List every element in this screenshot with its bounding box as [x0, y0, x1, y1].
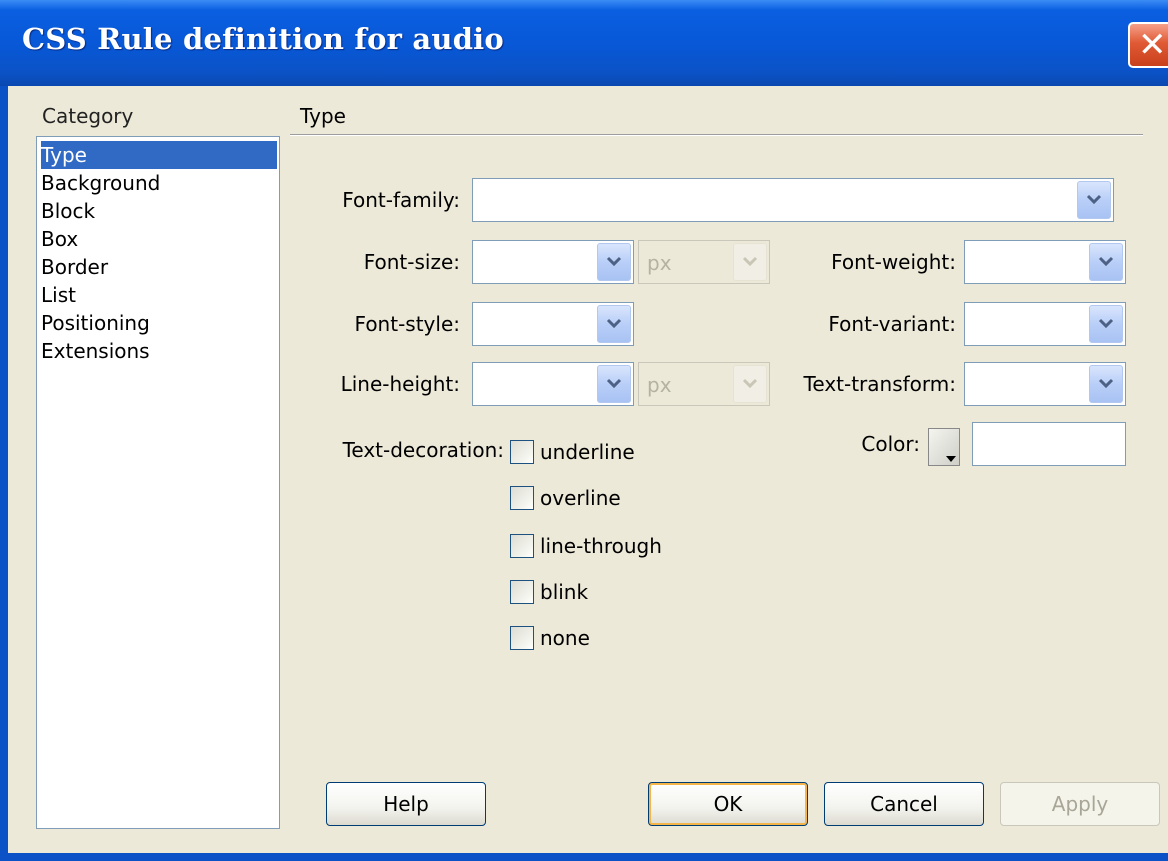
chevron-down-icon: [1098, 256, 1114, 267]
font-variant-label: Font-variant:: [828, 312, 956, 336]
font-variant-select[interactable]: [964, 302, 1126, 346]
category-item-box[interactable]: Box: [41, 225, 78, 253]
line-through-checkbox[interactable]: [510, 534, 534, 558]
font-size-dropdown-button[interactable]: [597, 243, 631, 281]
overline-checkbox[interactable]: [510, 486, 534, 510]
none-label: none: [540, 626, 590, 650]
line-height-unit-dropdown-button[interactable]: [733, 365, 767, 403]
text-decoration-label: Text-decoration:: [342, 438, 504, 462]
title-bar[interactable]: CSS Rule definition for audio ✕: [0, 0, 1168, 86]
category-item-type[interactable]: Type: [41, 141, 277, 169]
category-label: Category: [42, 104, 134, 128]
font-size-unit-dropdown-button[interactable]: [733, 243, 767, 281]
overline-label: overline: [540, 486, 621, 510]
cancel-button[interactable]: Cancel: [824, 782, 984, 826]
font-family-select[interactable]: [472, 178, 1114, 222]
color-picker-button[interactable]: [928, 428, 960, 466]
close-icon: ✕: [1138, 25, 1167, 65]
line-height-unit-value: px: [647, 373, 672, 397]
close-button[interactable]: ✕: [1128, 22, 1168, 68]
color-input[interactable]: [972, 422, 1126, 466]
underline-label: underline: [540, 440, 635, 464]
chevron-down-icon: [1098, 318, 1114, 329]
line-through-label: line-through: [540, 534, 662, 558]
category-item-background[interactable]: Background: [41, 169, 160, 197]
category-item-block[interactable]: Block: [41, 197, 95, 225]
line-height-select[interactable]: [472, 362, 634, 406]
category-item-border[interactable]: Border: [41, 253, 108, 281]
category-item-extensions[interactable]: Extensions: [41, 337, 150, 365]
chevron-down-icon: [1086, 194, 1102, 205]
blink-checkbox[interactable]: [510, 580, 534, 604]
chevron-down-icon: [606, 318, 622, 329]
chevron-down-icon: [742, 378, 758, 389]
line-height-label: Line-height:: [340, 372, 460, 396]
underline-checkbox[interactable]: [510, 440, 534, 464]
heading-divider: [290, 134, 1143, 136]
category-item-list[interactable]: List: [41, 281, 76, 309]
font-size-unit-value: px: [647, 251, 672, 275]
text-transform-label: Text-transform:: [803, 372, 956, 396]
chevron-down-icon: [1098, 378, 1114, 389]
ok-button[interactable]: OK: [648, 782, 808, 826]
panel-heading: Type: [300, 104, 346, 128]
window-title: CSS Rule definition for audio: [22, 22, 504, 56]
chevron-down-icon: [606, 256, 622, 267]
font-size-unit-select[interactable]: px: [638, 240, 770, 284]
font-family-label: Font-family:: [342, 188, 460, 212]
none-checkbox[interactable]: [510, 626, 534, 650]
font-weight-dropdown-button[interactable]: [1089, 243, 1123, 281]
color-label: Color:: [861, 432, 920, 456]
chevron-down-icon: [946, 456, 956, 462]
font-style-label: Font-style:: [354, 312, 460, 336]
chevron-down-icon: [742, 256, 758, 267]
text-transform-dropdown-button[interactable]: [1089, 365, 1123, 403]
font-weight-label: Font-weight:: [831, 250, 956, 274]
font-family-dropdown-button[interactable]: [1077, 181, 1111, 219]
category-item-positioning[interactable]: Positioning: [41, 309, 150, 337]
line-height-dropdown-button[interactable]: [597, 365, 631, 403]
font-size-select[interactable]: [472, 240, 634, 284]
chevron-down-icon: [606, 378, 622, 389]
help-button[interactable]: Help: [326, 782, 486, 826]
window-border-bottom: [0, 853, 1168, 861]
font-weight-select[interactable]: [964, 240, 1126, 284]
text-transform-select[interactable]: [964, 362, 1126, 406]
window-border-left: [0, 86, 8, 861]
apply-button[interactable]: Apply: [1000, 782, 1160, 826]
font-variant-dropdown-button[interactable]: [1089, 305, 1123, 343]
font-style-select[interactable]: [472, 302, 634, 346]
font-size-label: Font-size:: [363, 250, 460, 274]
blink-label: blink: [540, 580, 589, 604]
line-height-unit-select[interactable]: px: [638, 362, 770, 406]
category-list[interactable]: Type Background Block Box Border List Po…: [36, 136, 280, 829]
font-style-dropdown-button[interactable]: [597, 305, 631, 343]
